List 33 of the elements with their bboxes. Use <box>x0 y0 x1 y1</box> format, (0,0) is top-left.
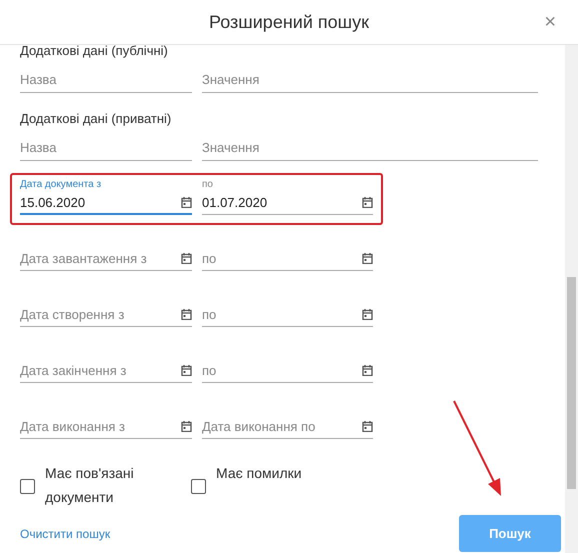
calendar-icon[interactable] <box>362 196 373 208</box>
calendar-icon[interactable] <box>362 252 373 264</box>
field-label: по <box>202 179 213 191</box>
section-title: Додаткові дані (приватні) <box>20 111 172 126</box>
close-button[interactable]: × <box>542 11 558 34</box>
date-field[interactable]: по <box>202 247 373 271</box>
section-title: Додаткові дані (публічні) <box>20 43 168 58</box>
field-label: Дата документа з <box>20 179 102 191</box>
calendar-icon[interactable] <box>181 308 192 320</box>
calendar-icon[interactable] <box>181 196 192 208</box>
calendar-icon[interactable] <box>362 308 373 320</box>
checkbox-label: Має помилки <box>216 464 302 483</box>
checkbox-label: Має пов'язані документи <box>45 464 135 507</box>
date-field[interactable]: Дата закінчення з <box>20 359 192 383</box>
clear-search-link[interactable]: Очистити пошук <box>20 526 110 540</box>
scrollbar[interactable] <box>565 45 578 553</box>
date-field[interactable]: 01.07.2020 <box>202 191 373 215</box>
date-field[interactable]: по <box>202 359 373 383</box>
calendar-icon[interactable] <box>181 364 192 376</box>
date-field[interactable]: Дата створення з <box>20 303 192 327</box>
calendar-icon[interactable] <box>181 252 192 264</box>
dialog-title: Розширений пошук <box>209 12 369 32</box>
date-field[interactable]: 15.06.2020 <box>20 191 192 215</box>
calendar-icon[interactable] <box>181 420 192 432</box>
date-field[interactable]: Дата завантаження з <box>20 247 192 271</box>
calendar-icon[interactable] <box>362 364 373 376</box>
date-field[interactable]: Дата виконання з <box>20 415 192 439</box>
date-field[interactable]: по <box>202 303 373 327</box>
checkbox[interactable] <box>191 479 206 494</box>
search-button[interactable]: Пошук <box>459 515 561 552</box>
checkbox[interactable] <box>20 479 35 494</box>
date-field[interactable]: Дата виконання по <box>202 415 373 439</box>
calendar-icon[interactable] <box>362 420 373 432</box>
